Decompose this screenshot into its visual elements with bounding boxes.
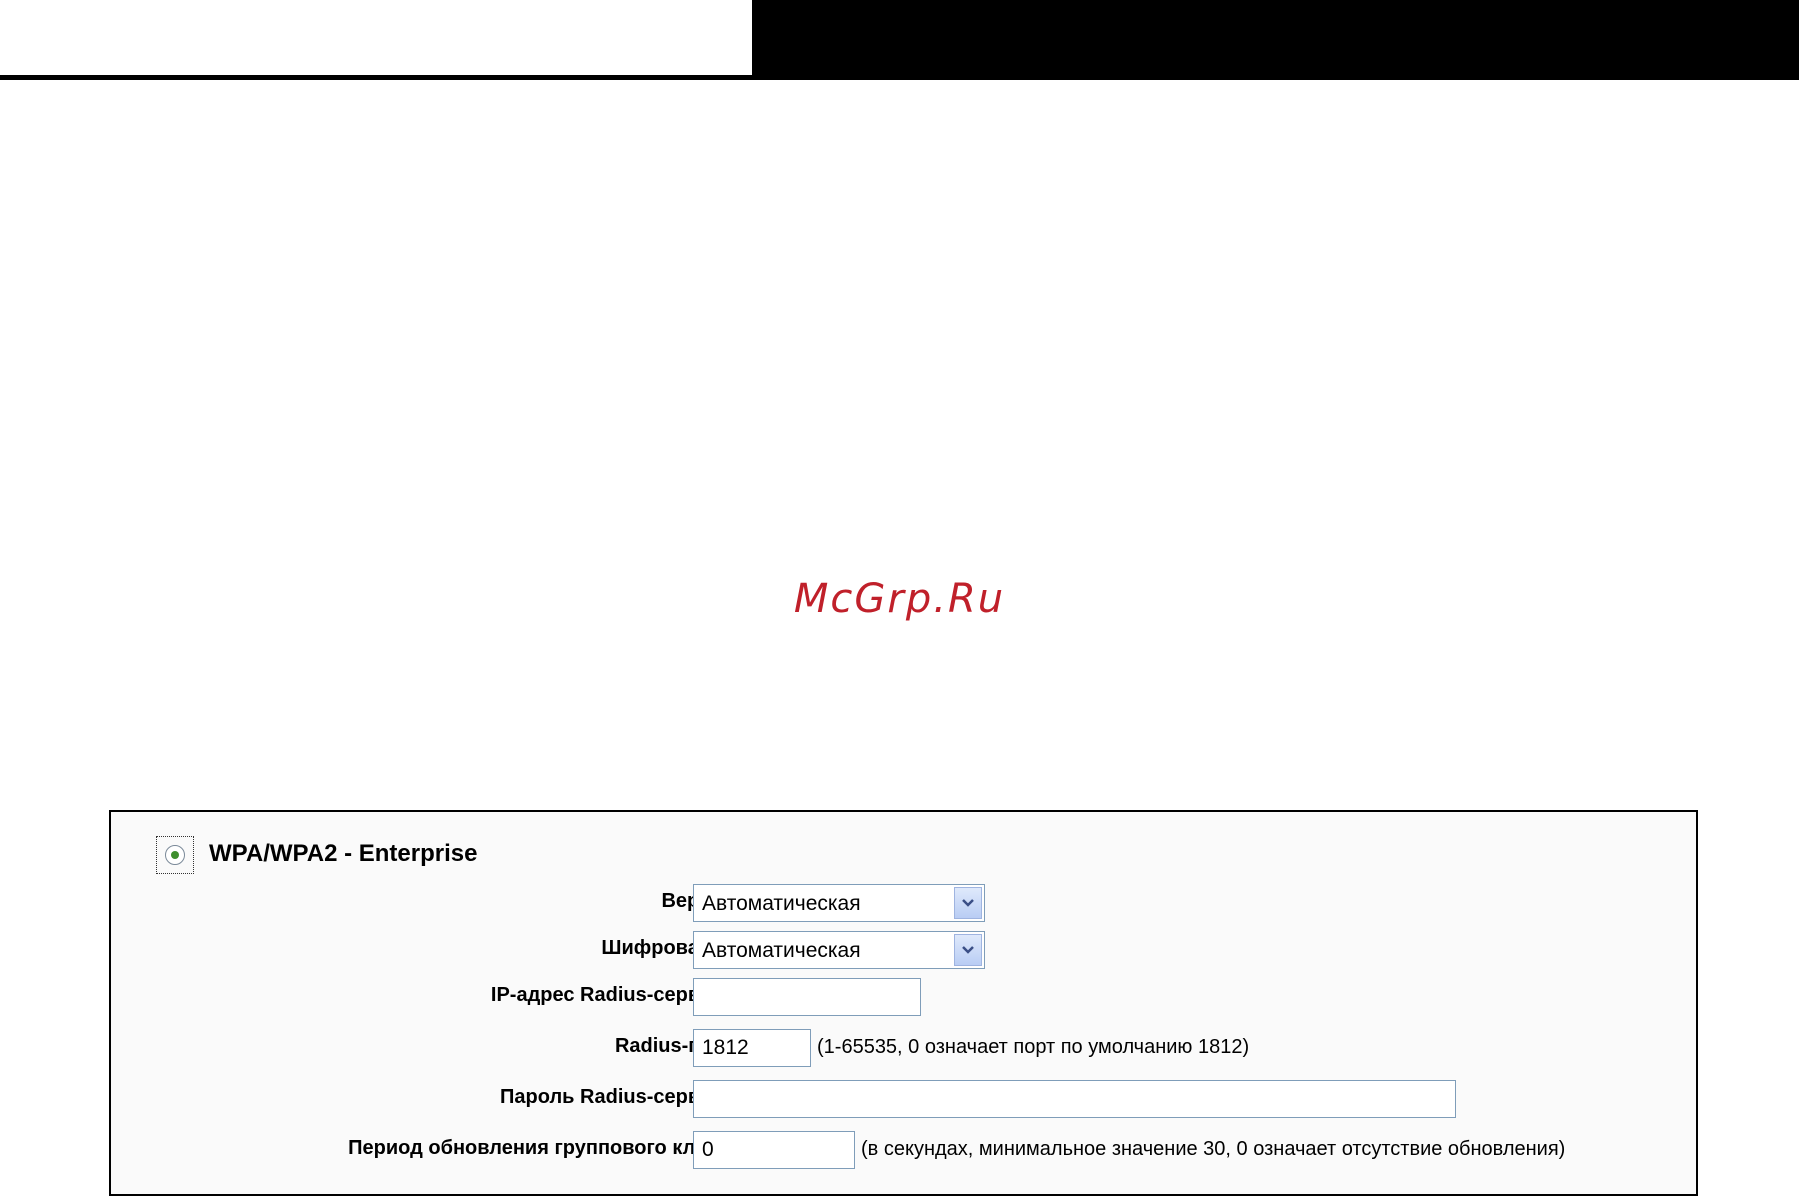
header-black-bar bbox=[752, 0, 1799, 76]
group-key-period-input[interactable] bbox=[693, 1131, 855, 1169]
wpa-enterprise-radio[interactable] bbox=[156, 836, 194, 874]
chevron-down-icon[interactable] bbox=[954, 887, 982, 919]
version-select-value: Автоматическая bbox=[702, 892, 861, 915]
encryption-select[interactable]: Автоматическая bbox=[693, 931, 985, 969]
radius-password-row: Пароль Radius-сервера: bbox=[111, 1080, 1696, 1120]
watermark: McGrp.Ru bbox=[793, 576, 1006, 622]
encryption-row: Шифрование: Автоматическая bbox=[111, 931, 1696, 971]
chevron-down-icon[interactable] bbox=[954, 934, 982, 966]
radius-port-input[interactable] bbox=[693, 1029, 811, 1067]
radius-port-row: Radius-порт: (1-65535, 0 означает порт п… bbox=[111, 1029, 1696, 1069]
radius-port-hint: (1-65535, 0 означает порт по умолчанию 1… bbox=[817, 1036, 1250, 1058]
group-key-period-row: Период обновления группового ключа: (в с… bbox=[111, 1131, 1696, 1171]
header-divider bbox=[0, 75, 1799, 80]
group-key-period-label: Период обновления группового ключа: bbox=[348, 1137, 741, 1159]
group-key-period-hint: (в секундах, минимальное значение 30, 0 … bbox=[861, 1138, 1566, 1160]
mode-label: WPA/WPA2 - Enterprise bbox=[209, 840, 478, 867]
header-left-area bbox=[0, 0, 752, 76]
wpa-enterprise-panel: WPA/WPA2 - Enterprise Версия: Автоматиче… bbox=[109, 810, 1698, 1196]
radius-ip-row: IP-адрес Radius-сервера: bbox=[111, 978, 1696, 1018]
radius-password-input[interactable] bbox=[693, 1080, 1456, 1118]
radio-selected-icon bbox=[165, 845, 185, 865]
version-row: Версия: Автоматическая bbox=[111, 884, 1696, 924]
radius-ip-input[interactable] bbox=[693, 978, 921, 1016]
version-select[interactable]: Автоматическая bbox=[693, 884, 985, 922]
encryption-select-value: Автоматическая bbox=[702, 939, 861, 962]
